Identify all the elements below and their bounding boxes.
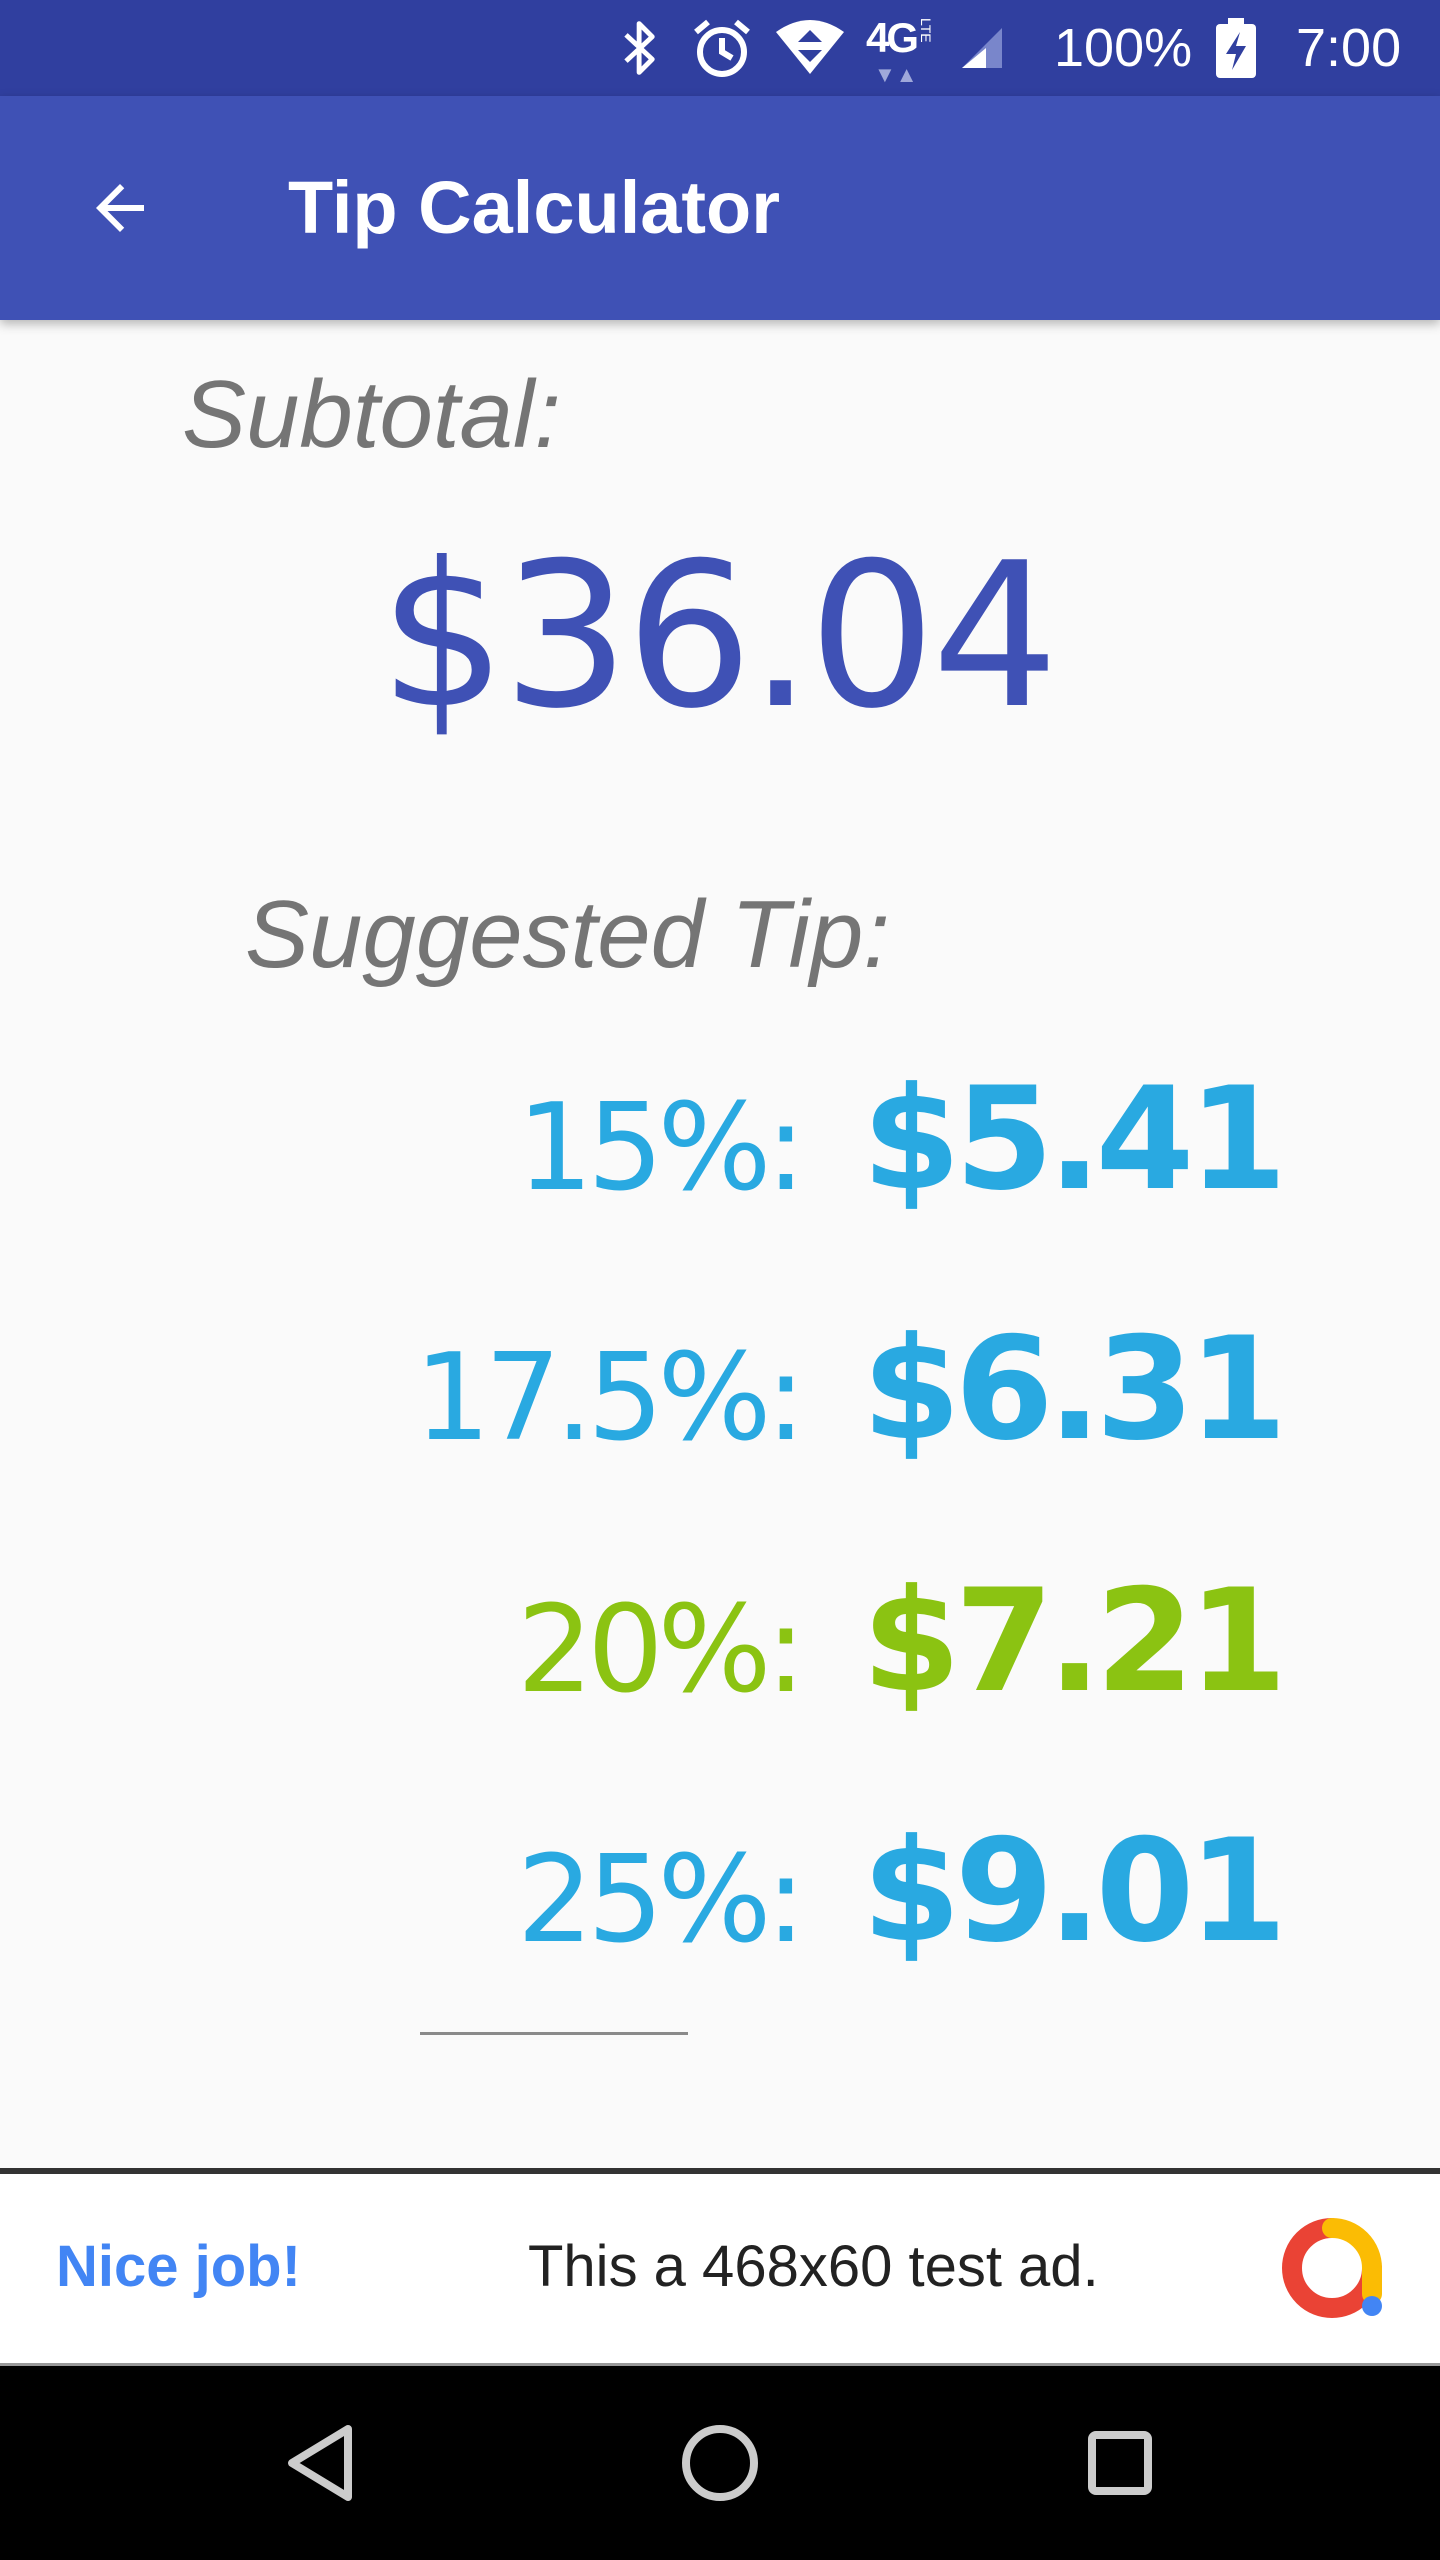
tip-percent: 25%: bbox=[516, 1831, 806, 1970]
back-triangle-icon bbox=[288, 2425, 352, 2501]
tip-row-15: 15%: $5.41 bbox=[0, 1057, 1440, 1230]
recents-square-icon bbox=[1088, 2431, 1152, 2495]
tip-amount: $9.01 bbox=[862, 1809, 1287, 1974]
subtotal-label: Subtotal: bbox=[182, 361, 561, 468]
nav-home-button[interactable] bbox=[620, 2366, 820, 2560]
suggested-tip-label: Suggested Tip: bbox=[245, 881, 890, 988]
app-bar: Tip Calculator bbox=[0, 96, 1440, 320]
nav-back-button[interactable] bbox=[220, 2366, 420, 2560]
battery-percent: 100% bbox=[1054, 18, 1193, 78]
signal-icon bbox=[958, 0, 1006, 96]
app-title: Tip Calculator bbox=[288, 166, 781, 249]
ad-headline[interactable]: Nice job! bbox=[56, 2174, 301, 2360]
tip-amount: $7.21 bbox=[862, 1559, 1287, 1724]
status-bar: 4G LTE ▼▲ 100% 7:00 bbox=[0, 0, 1440, 96]
nav-recents-button[interactable] bbox=[1020, 2366, 1220, 2560]
wifi-icon bbox=[774, 0, 846, 96]
tip-percent: 20%: bbox=[516, 1581, 806, 1720]
battery-charging-icon bbox=[1214, 0, 1258, 96]
network-type: 4G bbox=[866, 14, 919, 61]
navigation-bar bbox=[0, 2366, 1440, 2560]
tip-amount: $5.41 bbox=[862, 1057, 1287, 1222]
alarm-icon bbox=[690, 0, 754, 96]
back-button[interactable] bbox=[60, 148, 180, 268]
tip-percent: 17.5%: bbox=[414, 1329, 806, 1468]
divider bbox=[420, 2032, 688, 2035]
home-circle-icon bbox=[682, 2425, 758, 2501]
clock: 7:00 bbox=[1296, 18, 1402, 78]
ad-text[interactable]: This a 468x60 test ad. bbox=[528, 2174, 1099, 2360]
subtotal-value: $36.04 bbox=[379, 520, 1059, 753]
tip-row-20: 20%: $7.21 bbox=[0, 1559, 1440, 1732]
tip-row-17-5: 17.5%: $6.31 bbox=[0, 1307, 1440, 1480]
ad-logo-icon[interactable] bbox=[1282, 2218, 1382, 2318]
ad-banner[interactable]: Nice job! This a 468x60 test ad. bbox=[0, 2168, 1440, 2366]
arrow-back-icon bbox=[96, 184, 144, 232]
tip-row-25: 25%: $9.01 bbox=[0, 1809, 1440, 1982]
bluetooth-icon bbox=[618, 0, 664, 96]
4g-lte-icon: 4G LTE ▼▲ bbox=[866, 14, 934, 87]
tip-percent: 15%: bbox=[516, 1079, 806, 1218]
tip-amount: $6.31 bbox=[862, 1307, 1287, 1472]
